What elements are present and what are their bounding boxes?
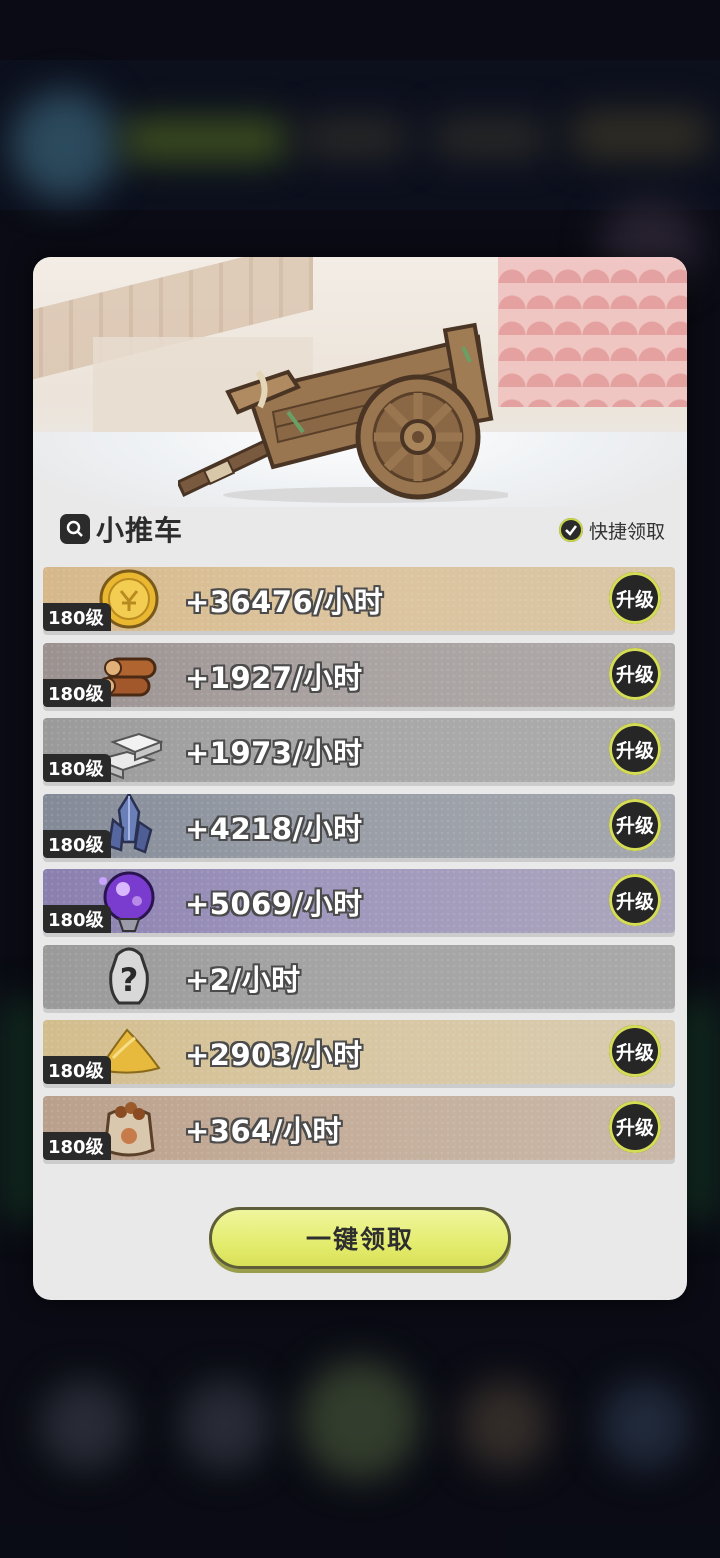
resource-row-mystery: ? +2/小时 xyxy=(43,944,675,1009)
upgrade-button[interactable]: 升级 xyxy=(609,874,661,926)
search-icon[interactable] xyxy=(60,514,90,544)
resource-row-sand: 180级 +2903/小时 升级 xyxy=(43,1020,675,1084)
upgrade-button[interactable]: 升级 xyxy=(609,647,661,700)
resource-row-food: 180级 +364/小时 升级 xyxy=(43,1095,675,1160)
production-rate: +4218/小时 xyxy=(185,811,363,846)
level-badge: 180级 xyxy=(43,603,111,631)
level-badge: 180级 xyxy=(43,1131,111,1160)
cart-illustration xyxy=(178,322,508,503)
quick-claim-label: 快捷领取 xyxy=(588,520,665,543)
production-rate: +2/小时 xyxy=(185,962,301,997)
upgrade-button[interactable]: 升级 xyxy=(609,572,661,624)
resource-row-essence: 180级 +5069/小时 升级 xyxy=(43,869,675,933)
cart-banner xyxy=(33,257,687,507)
level-badge: 180级 xyxy=(43,1056,111,1084)
level-badge: 180级 xyxy=(43,754,111,782)
resource-row-wood: 180级 +1927/小时 升级 xyxy=(43,642,675,707)
panel-title: 小推车 xyxy=(96,514,184,547)
claim-all-button[interactable]: 一键领取 xyxy=(209,1207,511,1269)
svg-text:?: ? xyxy=(120,961,139,999)
resource-row-stone: 180级 +1973/小时 升级 xyxy=(43,718,675,782)
production-rate: +1973/小时 xyxy=(185,736,363,770)
upgrade-button[interactable]: 升级 xyxy=(609,723,661,775)
production-rate: +5069/小时 xyxy=(185,887,363,921)
panel-title-row: 小推车 xyxy=(60,509,183,549)
mystery-item-icon: ? xyxy=(109,947,149,1004)
upgrade-button[interactable]: 升级 xyxy=(609,1025,661,1077)
resource-row-gold: 180级 +36476/小时 升级 xyxy=(43,567,675,631)
claim-all-label: 一键领取 xyxy=(305,1225,414,1254)
production-rate: +1927/小时 xyxy=(185,660,363,695)
checkmark-icon[interactable] xyxy=(558,518,583,542)
level-badge: 180级 xyxy=(43,678,111,707)
production-rate: +364/小时 xyxy=(185,1113,342,1148)
cart-panel: 小推车 快捷领取 180级 +36476/小时 升级 180级 +1927/小时… xyxy=(33,257,687,1300)
production-rate: +2903/小时 xyxy=(185,1038,363,1072)
resource-list: 180级 +36476/小时 升级 180级 +1927/小时 升级 180级 … xyxy=(43,567,677,1171)
level-badge: 180级 xyxy=(43,905,111,933)
level-badge: 180级 xyxy=(43,829,111,858)
upgrade-button[interactable]: 升级 xyxy=(609,798,661,851)
quick-claim-toggle[interactable]: 快捷领取 xyxy=(558,515,665,545)
resource-row-crystal: 180级 +4218/小时 升级 xyxy=(43,793,675,858)
upgrade-button[interactable]: 升级 xyxy=(609,1100,661,1153)
banner-tile-roof xyxy=(498,257,687,407)
production-rate: +36476/小时 xyxy=(185,585,384,619)
